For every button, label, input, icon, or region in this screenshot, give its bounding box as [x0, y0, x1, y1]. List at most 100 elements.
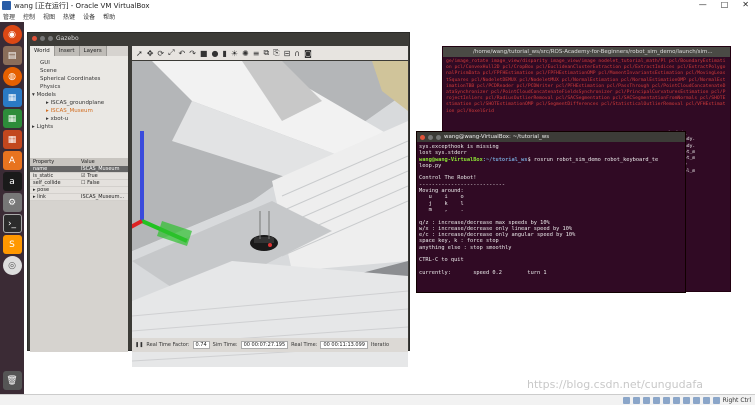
- copy-icon[interactable]: ⧉: [263, 48, 269, 58]
- tree-item-groundplane[interactable]: ▸ ISCAS_groundplane: [32, 99, 126, 107]
- property-value-text: False: [87, 180, 100, 186]
- redo-icon[interactable]: ↷: [189, 49, 196, 58]
- virtualbox-statusbar: Right Ctrl: [0, 394, 755, 405]
- expand-icon[interactable]: ▸: [33, 187, 36, 193]
- translate-icon[interactable]: ✥: [147, 49, 154, 58]
- tree-item-scene[interactable]: Scene: [32, 67, 126, 75]
- expand-icon[interactable]: ▸: [46, 100, 49, 106]
- close-icon[interactable]: [32, 36, 37, 41]
- tree-item-xbot[interactable]: ▸ xbot-u: [32, 115, 126, 123]
- tree-item-xbot-label: xbot-u: [50, 116, 69, 122]
- optical-drive-icon[interactable]: [632, 396, 640, 404]
- hdd-icon[interactable]: [622, 396, 630, 404]
- recording-icon[interactable]: [692, 396, 700, 404]
- close-icon[interactable]: [420, 134, 425, 140]
- audio-icon[interactable]: [642, 396, 650, 404]
- expand-icon[interactable]: ▸: [46, 116, 49, 122]
- tree-item-gui[interactable]: GUI: [32, 59, 126, 67]
- camera-icon[interactable]: ◙: [304, 49, 312, 58]
- box-icon[interactable]: ■: [200, 49, 208, 58]
- display-icon[interactable]: [682, 396, 690, 404]
- menu-help[interactable]: 帮助: [103, 12, 115, 21]
- tree-item-physics[interactable]: Physics: [32, 83, 126, 91]
- tab-world[interactable]: World: [30, 46, 55, 56]
- tree-item-lights[interactable]: ▸ Lights: [32, 123, 126, 131]
- undo-icon[interactable]: ↶: [179, 49, 186, 58]
- teleop-instructions: Control The Robot! ---------------------…: [419, 175, 576, 276]
- sublime-icon[interactable]: S: [2, 235, 22, 254]
- menu-hotkey[interactable]: 热键: [63, 12, 75, 21]
- minimize-button[interactable]: —: [699, 0, 707, 9]
- property-row[interactable]: ▸ pose: [30, 187, 128, 194]
- gazebo-tabs: World Insert Layers: [30, 46, 128, 56]
- amazon-icon[interactable]: a: [2, 172, 22, 191]
- gazebo-window[interactable]: Gazebo World Insert Layers GUI Scene Sph…: [27, 32, 410, 367]
- align-icon[interactable]: ⊟: [284, 49, 291, 58]
- files-icon[interactable]: ▤: [2, 46, 22, 65]
- usb-icon[interactable]: [662, 396, 670, 404]
- expand-icon[interactable]: ▸: [46, 108, 49, 114]
- property-row[interactable]: self_collide ☐ False: [30, 180, 128, 187]
- scene-render: [132, 61, 408, 367]
- writer-icon[interactable]: ▦: [2, 88, 22, 107]
- maximize-button[interactable]: □: [721, 0, 729, 9]
- rtf-label: Real Time Factor:: [146, 342, 190, 348]
- dvd-icon[interactable]: ◎: [2, 256, 22, 275]
- ubuntu-dash-icon[interactable]: ◉: [2, 25, 22, 44]
- property-row[interactable]: name ISCAS_Museum: [30, 166, 128, 173]
- pause-icon[interactable]: ❚❚: [135, 342, 143, 348]
- cylinder-icon[interactable]: ▮: [222, 49, 226, 58]
- minimize-icon[interactable]: [428, 134, 433, 140]
- property-row[interactable]: is_static ☑ True: [30, 173, 128, 180]
- point-light-icon[interactable]: ☀: [231, 49, 238, 58]
- select-arrow-icon[interactable]: ➚: [136, 49, 143, 58]
- rotate-icon[interactable]: ⟳: [157, 49, 164, 58]
- snap-icon[interactable]: ∩: [294, 49, 300, 58]
- tab-layers[interactable]: Layers: [79, 46, 107, 56]
- shared-folder-icon[interactable]: [672, 396, 680, 404]
- world-tree: GUI Scene Spherical Coordinates Physics …: [30, 56, 128, 158]
- minimize-icon[interactable]: [40, 36, 45, 41]
- cpu-icon[interactable]: [702, 396, 710, 404]
- expand-icon[interactable]: ▸: [32, 124, 35, 130]
- paste-icon[interactable]: ⎘: [273, 48, 279, 58]
- sphere-icon[interactable]: ●: [211, 49, 218, 58]
- terminal-icon[interactable]: ›_: [2, 214, 22, 233]
- firefox-icon[interactable]: ◍: [2, 67, 22, 86]
- expand-icon[interactable]: ▸: [33, 194, 36, 200]
- scale-icon[interactable]: ⤢: [168, 48, 174, 58]
- settings-icon[interactable]: ⚙: [2, 193, 22, 212]
- tree-item-museum[interactable]: ▸ ISCAS_Museum: [32, 107, 126, 115]
- software-center-icon[interactable]: A: [2, 151, 22, 170]
- real-time-value: 00 00:11:13.099: [320, 341, 368, 349]
- spot-light-icon[interactable]: ✺: [242, 49, 249, 58]
- menu-devices[interactable]: 设备: [83, 12, 95, 21]
- property-name-text: pose: [37, 187, 50, 193]
- impress-icon[interactable]: ▦: [2, 130, 22, 149]
- terminal-output[interactable]: sys.excepthook is missing lost sys.stderr…: [417, 142, 685, 278]
- maximize-icon[interactable]: [436, 134, 441, 140]
- prompt-user: wang@wang-VirtualBox: [419, 156, 483, 163]
- maximize-icon[interactable]: [48, 36, 53, 41]
- network-icon[interactable]: [652, 396, 660, 404]
- menu-control[interactable]: 控制: [23, 12, 35, 21]
- menu-view[interactable]: 视图: [43, 12, 55, 21]
- gazebo-status-bar: ❚❚ Real Time Factor: 0.74 Sim Time: 00 0…: [132, 338, 408, 352]
- gazebo-3d-viewport[interactable]: [132, 61, 408, 367]
- property-value: ISCAS_Museum...: [81, 194, 125, 200]
- directional-light-icon[interactable]: ≡: [253, 49, 260, 58]
- tree-item-models[interactable]: ▾ Models: [32, 91, 126, 99]
- calc-icon[interactable]: ▦: [2, 109, 22, 128]
- teleop-terminal[interactable]: wang@wang-VirtualBox: ~/tutorial_ws sys.…: [416, 131, 686, 293]
- checkbox-icon[interactable]: ☐: [81, 180, 85, 186]
- property-name: is_static: [33, 173, 54, 179]
- trash-icon[interactable]: 🗑: [2, 371, 22, 390]
- collapse-icon[interactable]: ▾: [32, 92, 35, 98]
- mouse-integration-icon[interactable]: [712, 396, 720, 404]
- tab-insert[interactable]: Insert: [54, 46, 80, 56]
- tree-item-spherical-coordinates[interactable]: Spherical Coordinates: [32, 75, 126, 83]
- property-row[interactable]: ▸ link ISCAS_Museum...: [30, 194, 128, 201]
- close-button[interactable]: ✕: [742, 0, 749, 9]
- checkbox-icon[interactable]: ☑: [81, 173, 85, 179]
- menu-manage[interactable]: 管理: [3, 12, 15, 21]
